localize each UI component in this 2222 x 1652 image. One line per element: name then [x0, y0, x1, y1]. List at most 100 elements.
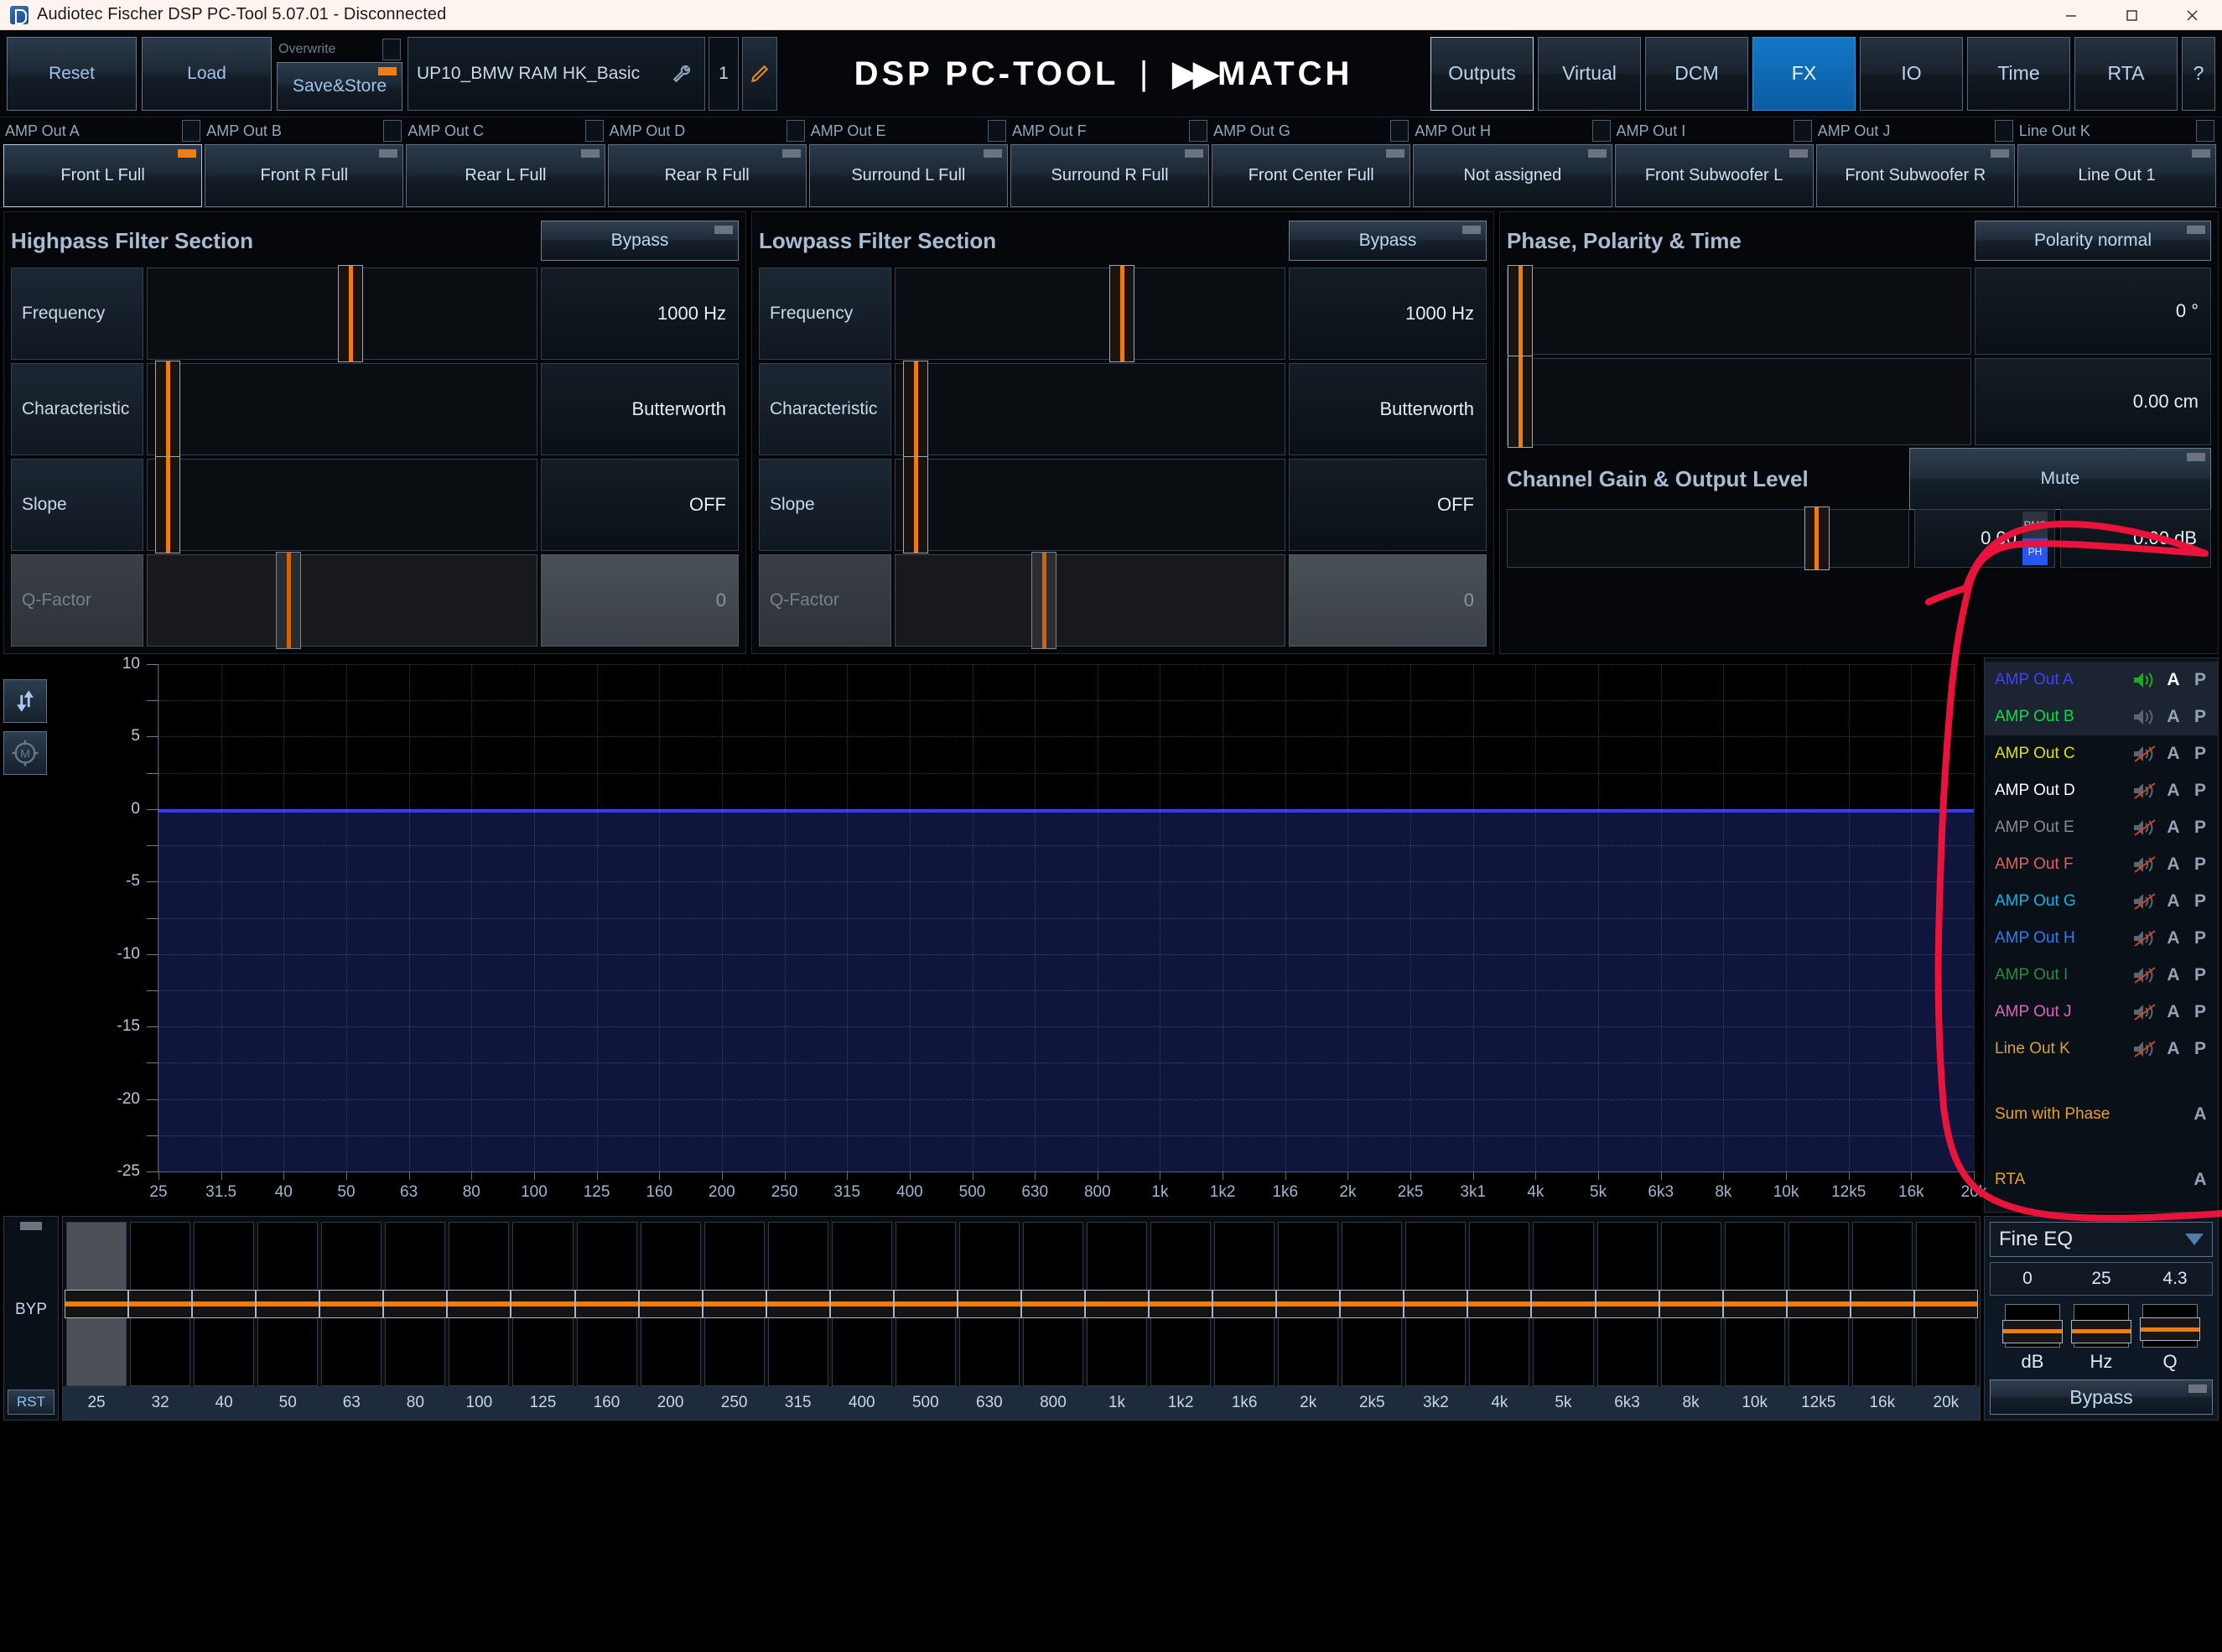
- preset-edit-button[interactable]: [742, 36, 777, 111]
- time-slider[interactable]: [1507, 356, 1971, 448]
- channel-assign-button[interactable]: Front L Full: [3, 144, 203, 207]
- channel-assign-button[interactable]: Front Center Full: [1212, 144, 1411, 207]
- channel-list-item[interactable]: AMP Out B AP: [1985, 699, 2218, 735]
- time-slider-thumb[interactable]: [1508, 356, 1533, 448]
- eq-band-slider[interactable]: [1850, 1222, 1914, 1386]
- eq-band-thumb[interactable]: [511, 1290, 575, 1318]
- rta-item[interactable]: RTA A: [1985, 1161, 2218, 1198]
- preset-name-field[interactable]: UP10_BMW RAM HK_Basic: [408, 36, 705, 111]
- channel-link-checkbox[interactable]: [1994, 120, 2013, 142]
- maximize-button[interactable]: [2101, 0, 2162, 30]
- channel-list-p-toggle[interactable]: P: [2189, 670, 2211, 690]
- channel-gain-thumb[interactable]: [1804, 507, 1830, 570]
- speaker-icon[interactable]: [2132, 670, 2157, 690]
- eq-band-slider[interactable]: [65, 1222, 129, 1386]
- channel-assign-button[interactable]: Not assigned: [1413, 144, 1612, 207]
- eq-band-slider[interactable]: [893, 1222, 958, 1386]
- channel-list-a-toggle[interactable]: A: [2162, 818, 2184, 838]
- channel-list-p-toggle[interactable]: P: [2189, 744, 2211, 764]
- fine-eq-thumb-q[interactable]: [2140, 1317, 2200, 1341]
- polarity-button[interactable]: Polarity normal: [1975, 221, 2211, 261]
- eq-band-thumb[interactable]: [766, 1290, 830, 1318]
- close-button[interactable]: [2162, 0, 2222, 30]
- rta-item-a-toggle[interactable]: A: [2189, 1170, 2211, 1190]
- eq-band-slider[interactable]: [1212, 1222, 1277, 1386]
- channel-list-item[interactable]: AMP Out H AP: [1985, 920, 2218, 957]
- channel-list-item[interactable]: AMP Out J AP: [1985, 994, 2218, 1031]
- lowpass-1-slider[interactable]: [895, 361, 1285, 458]
- sum-with-phase-item-a-toggle[interactable]: A: [2189, 1104, 2211, 1125]
- fine-eq-value-hz[interactable]: 25: [2064, 1269, 2138, 1289]
- eq-band-slider[interactable]: [256, 1222, 320, 1386]
- channel-list-item[interactable]: AMP Out A AP: [1985, 662, 2218, 699]
- channel-list-p-toggle[interactable]: P: [2189, 928, 2211, 948]
- channel-link-checkbox[interactable]: [584, 120, 604, 142]
- channel-list-p-toggle[interactable]: P: [2189, 707, 2211, 727]
- highpass-3-slider-thumb[interactable]: [276, 552, 302, 649]
- eq-band-thumb[interactable]: [1149, 1290, 1213, 1318]
- highpass-bypass-button[interactable]: Bypass: [541, 221, 739, 261]
- sum-with-phase-item[interactable]: Sum with Phase A: [1985, 1096, 2218, 1133]
- eq-band-slider[interactable]: [1340, 1222, 1404, 1386]
- eq-band-slider[interactable]: [1085, 1222, 1150, 1386]
- speaker-muted-icon[interactable]: [2132, 744, 2157, 764]
- channel-list-p-toggle[interactable]: P: [2189, 855, 2211, 875]
- fine-eq-thumb-hz[interactable]: [2071, 1319, 2131, 1343]
- eq-band-slider[interactable]: [829, 1222, 894, 1386]
- eq-band-slider[interactable]: [638, 1222, 703, 1386]
- eq-band-slider[interactable]: [1467, 1222, 1532, 1386]
- speaker-muted-icon[interactable]: [2132, 965, 2157, 985]
- eq-band-slider[interactable]: [128, 1222, 193, 1386]
- channel-assign-button[interactable]: Line Out 1: [2017, 144, 2217, 207]
- eq-band-slider[interactable]: [1913, 1222, 1978, 1386]
- overwrite-checkbox[interactable]: [382, 38, 401, 60]
- frequency-response-chart[interactable]: 10 5 0 -5 -10 -15 -20 -25 25 31.5 40 50 63 80 100 125 16…: [59, 655, 1986, 1213]
- eq-band-thumb[interactable]: [1595, 1290, 1659, 1318]
- eq-band-thumb[interactable]: [1913, 1290, 1978, 1318]
- speaker-muted-icon[interactable]: [2132, 1002, 2157, 1022]
- channel-list-item[interactable]: AMP Out G AP: [1985, 883, 2218, 920]
- fine-eq-value-db[interactable]: 0: [1991, 1269, 2064, 1289]
- highpass-1-slider-thumb[interactable]: [155, 361, 181, 458]
- channel-list-item[interactable]: AMP Out E AP: [1985, 809, 2218, 846]
- channel-list-item[interactable]: AMP Out D AP: [1985, 772, 2218, 809]
- channel-list-item[interactable]: AMP Out I AP: [1985, 957, 2218, 994]
- nav-tab-virtual[interactable]: Virtual: [1538, 36, 1641, 111]
- nav-tab-[interactable]: ?: [2182, 36, 2215, 111]
- mute-button[interactable]: Mute: [1909, 448, 2211, 510]
- channel-link-checkbox[interactable]: [1390, 120, 1410, 142]
- eq-band-thumb[interactable]: [256, 1290, 320, 1318]
- nav-tab-io[interactable]: IO: [1860, 36, 1963, 111]
- eq-band-thumb[interactable]: [957, 1290, 1021, 1318]
- channel-list-a-toggle[interactable]: A: [2162, 1039, 2184, 1059]
- nav-tab-fx[interactable]: FX: [1752, 36, 1856, 111]
- fine-eq-slider-q[interactable]: [2140, 1304, 2200, 1348]
- speaker-muted-icon[interactable]: [2132, 1039, 2157, 1059]
- channel-assign-button[interactable]: Surround R Full: [1010, 144, 1210, 207]
- speaker-muted-icon[interactable]: [2132, 781, 2157, 801]
- eq-bypass-label[interactable]: BYP: [15, 1301, 47, 1319]
- channel-link-checkbox[interactable]: [1793, 120, 1812, 142]
- eq-band-slider[interactable]: [1659, 1222, 1723, 1386]
- eq-band-slider[interactable]: [1786, 1222, 1851, 1386]
- eq-band-slider[interactable]: [319, 1222, 384, 1386]
- eq-band-thumb[interactable]: [1467, 1290, 1532, 1318]
- channel-list-item[interactable]: Line Out K AP: [1985, 1031, 2218, 1068]
- lowpass-3-slider[interactable]: [895, 552, 1285, 649]
- channel-link-checkbox[interactable]: [383, 120, 402, 142]
- eq-band-thumb[interactable]: [1850, 1290, 1914, 1318]
- eq-band-thumb[interactable]: [1531, 1290, 1596, 1318]
- eq-band-slider[interactable]: [957, 1222, 1021, 1386]
- eq-band-thumb[interactable]: [1404, 1290, 1468, 1318]
- channel-list-a-toggle[interactable]: A: [2162, 707, 2184, 727]
- channel-list-p-toggle[interactable]: P: [2189, 965, 2211, 985]
- speaker-icon[interactable]: [2132, 707, 2157, 727]
- eq-band-thumb[interactable]: [1786, 1290, 1851, 1318]
- channel-assign-button[interactable]: Front Subwoofer L: [1614, 144, 1814, 207]
- lowpass-1-slider-thumb[interactable]: [903, 361, 929, 458]
- channel-list-p-toggle[interactable]: P: [2189, 818, 2211, 838]
- channel-link-checkbox[interactable]: [2196, 120, 2215, 142]
- eq-reset-button[interactable]: RST: [8, 1390, 55, 1415]
- eq-band-thumb[interactable]: [447, 1290, 511, 1318]
- channel-assign-button[interactable]: Front R Full: [205, 144, 404, 207]
